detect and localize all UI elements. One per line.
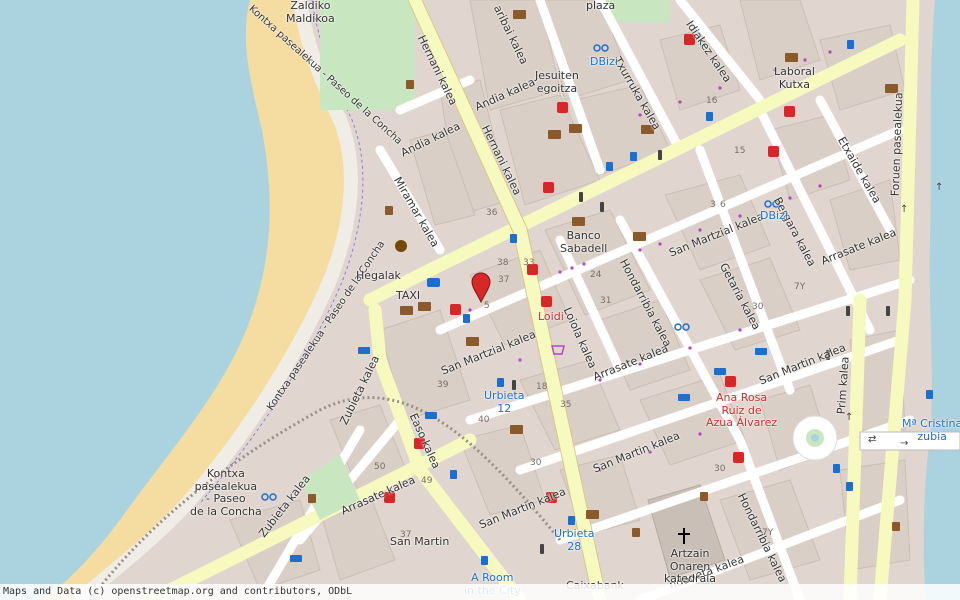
house-number: 31 [600, 296, 612, 306]
house-number: 24 [590, 270, 602, 280]
house-number: 37 [400, 530, 412, 540]
taxi-icon[interactable] [427, 278, 440, 287]
place-label: Loidi [538, 310, 564, 323]
place-label: TAXI [396, 289, 421, 302]
house-number: 18 [536, 382, 548, 392]
house-number: 5 [484, 301, 490, 311]
house-number: 40 [478, 415, 490, 425]
place-label: Laboral Kutxa [774, 65, 815, 91]
bike-station-label: DBizi [760, 209, 788, 222]
house-number: 7Y [794, 282, 806, 292]
house-number: 3 [710, 200, 716, 210]
place-label: Banco Sabadell [560, 229, 608, 255]
house-number: 30 [752, 302, 764, 312]
house-number: 35 [560, 400, 572, 410]
bus-stop-label: Urbieta 12 [484, 389, 525, 415]
svg-text:↑: ↑ [900, 204, 908, 215]
map-attribution[interactable]: Maps and Data (c) openstreetmap.org and … [0, 584, 960, 600]
house-number: 49 [421, 476, 433, 486]
place-label: plaza [586, 0, 616, 12]
house-number: 30 [530, 458, 542, 468]
place-label: Zaldiko Maldikoa [286, 0, 335, 25]
house-number: 16 [706, 96, 718, 106]
house-number: 33 [523, 258, 535, 268]
place-label: Jesuiten egoitza [535, 69, 579, 95]
house-number: 37 [498, 275, 510, 285]
house-number: 38 [497, 258, 509, 268]
place-label: San Martin [390, 535, 450, 548]
place-label: Mª Cristina zubia [902, 417, 960, 443]
place-label: Ana Rosa Ruiz de Azua Álvarez [706, 391, 778, 430]
house-number: 30 [714, 464, 726, 474]
house-number: 36 [486, 208, 498, 218]
map-view[interactable]: ⇄ → ↑ ↑ ↑ Hernani kalea Hernani kalea An… [0, 0, 960, 600]
place-label: Kontxa pasealekua - Paseo de la Concha [190, 467, 262, 518]
fountain-icon [811, 434, 819, 442]
house-number: 6 [720, 200, 726, 210]
house-number: 15 [734, 146, 746, 156]
info-icon[interactable] [395, 240, 407, 252]
svg-text:↑: ↑ [935, 182, 943, 193]
place-label: Artzain Onaren katedrala [664, 547, 717, 586]
bus-stop-label: Urbieta 28 [554, 527, 595, 553]
house-number: 7Y [762, 528, 774, 538]
house-number: 39 [437, 380, 449, 390]
house-number: 50 [374, 462, 386, 472]
map-canvas[interactable]: ⇄ → ↑ ↑ ↑ [0, 0, 960, 600]
place-label: Hegalak [356, 269, 401, 282]
bike-station-label: DBizi [590, 55, 618, 68]
svg-text:⇄: ⇄ [868, 434, 876, 445]
